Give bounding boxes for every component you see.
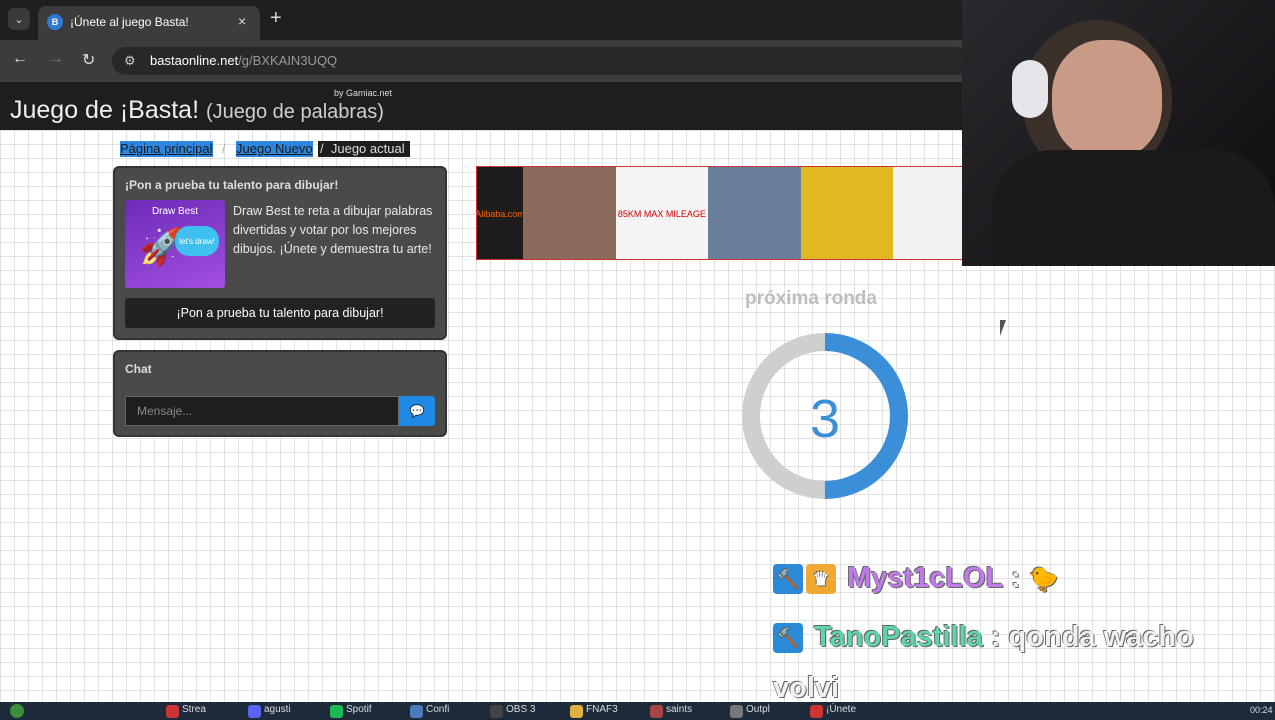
- url-domain: bastaonline.net: [150, 53, 239, 68]
- chat-username: TanoPastilla: [814, 621, 983, 653]
- tab-search-button[interactable]: ⌄: [8, 8, 30, 30]
- taskbar-item[interactable]: OBS 3: [488, 704, 535, 720]
- webcam-overlay: [962, 0, 1275, 266]
- taskbar-item[interactable]: saints: [648, 704, 692, 720]
- chat-username: Myst1cLOL: [847, 562, 1003, 594]
- speech-bubble-icon: 💬: [409, 404, 425, 418]
- taskbar-item[interactable]: Strea: [164, 704, 206, 720]
- start-button-icon[interactable]: [10, 704, 24, 718]
- app-icon: [570, 705, 583, 718]
- stream-chat-line: 🔨 TanoPastilla : qonda wacho: [773, 621, 1194, 654]
- taskbar-item[interactable]: Spotif: [328, 704, 372, 720]
- app-icon: [410, 705, 423, 718]
- chick-emote-icon: 🐤: [1028, 566, 1059, 593]
- promo-heading: ¡Pon a prueba tu talento para dibujar!: [125, 178, 339, 192]
- url-path: /g/BXKAIN3UQQ: [238, 53, 338, 68]
- taskbar-item[interactable]: Confi: [408, 704, 449, 720]
- windows-taskbar: Strea agusti Spotif Confi OBS 3 FNAF3 sa…: [0, 702, 1275, 720]
- site-favicon-icon: B: [47, 14, 63, 30]
- taskbar-item[interactable]: agusti: [246, 704, 291, 720]
- taskbar-item[interactable]: Outpl: [728, 704, 770, 720]
- draw-best-thumbnail[interactable]: Draw Best 🚀 let's draw!: [125, 200, 225, 288]
- browser-tab[interactable]: B ¡Únete al juego Basta! ×: [38, 6, 260, 40]
- ad-item: [893, 167, 963, 259]
- site-title: Juego de ¡Basta! (Juego de palabras): [10, 96, 384, 125]
- chat-message: qonda wacho: [1008, 621, 1194, 653]
- chat-panel: Chat Mensaje... 💬: [113, 350, 447, 437]
- webcam-body: [992, 150, 1275, 266]
- site-subtitle: (Juego de palabras): [205, 101, 384, 123]
- promo-description: Draw Best te reta a dibujar palabras div…: [233, 204, 433, 256]
- breadcrumb-separator: /: [320, 141, 324, 156]
- moderator-badge-icon: 🔨: [773, 623, 803, 654]
- ad-item: [523, 167, 616, 259]
- breadcrumb-home-link[interactable]: Página principal: [120, 141, 213, 157]
- site-info-icon[interactable]: ⚙: [124, 53, 136, 69]
- reload-icon[interactable]: ↻: [82, 50, 95, 70]
- mouse-cursor-icon: [1000, 320, 1012, 336]
- tab-title: ¡Únete al juego Basta!: [70, 15, 189, 29]
- address-bar[interactable]: ⚙ bastaonline.net/g/BXKAIN3UQQ: [112, 47, 972, 75]
- chat-message-input[interactable]: Mensaje...: [125, 396, 399, 426]
- chat-send-button[interactable]: 💬: [399, 396, 435, 426]
- chat-separator: :: [1010, 562, 1021, 594]
- breadcrumb-current-label: Juego actual: [330, 141, 405, 156]
- url-text: bastaonline.net/g/BXKAIN3UQQ: [150, 53, 337, 68]
- back-arrow-icon[interactable]: ←: [12, 50, 28, 68]
- app-icon: [330, 705, 343, 718]
- countdown-number: 3: [809, 389, 841, 449]
- taskbar-item[interactable]: ¡Únete: [808, 704, 856, 720]
- stream-chat-line: 🔨 ♛ Myst1cLOL : 🐤: [773, 562, 1059, 595]
- ad-item: [800, 167, 894, 259]
- forward-arrow-icon[interactable]: →: [48, 50, 64, 68]
- promo-panel: ¡Pon a prueba tu talento para dibujar! D…: [113, 166, 447, 340]
- ad-banner[interactable]: Alibaba.com 85KM MAX MILEAGE: [476, 166, 964, 260]
- moderator-badge-icon: 🔨: [773, 564, 803, 595]
- chat-title: Chat: [125, 362, 152, 376]
- app-icon: [490, 705, 503, 718]
- app-icon: [248, 705, 261, 718]
- chat-separator: :: [990, 621, 1001, 653]
- promo-cta-button[interactable]: ¡Pon a prueba tu talento para dibujar!: [125, 298, 435, 328]
- taskbar-item[interactable]: FNAF3: [568, 704, 618, 720]
- app-icon: [650, 705, 663, 718]
- app-icon: [166, 705, 179, 718]
- ad-brand: Alibaba.com: [477, 167, 525, 259]
- app-icon: [730, 705, 743, 718]
- tab-close-button[interactable]: ×: [238, 13, 246, 29]
- by-label[interactable]: by Gamiac.net: [334, 88, 392, 98]
- breadcrumb-new-game-link[interactable]: Juego Nuevo: [236, 141, 313, 157]
- thumb-title: Draw Best: [151, 206, 199, 217]
- ad-item: [708, 167, 801, 259]
- next-round-label: próxima ronda: [745, 288, 877, 309]
- ad-item: 85KM MAX MILEAGE: [615, 167, 709, 259]
- headphones-icon: [1012, 60, 1048, 118]
- new-tab-button[interactable]: +: [270, 7, 282, 30]
- system-clock[interactable]: 00:24: [1250, 705, 1273, 715]
- site-title-main: Juego de ¡Basta!: [10, 96, 200, 124]
- app-icon: [810, 705, 823, 718]
- vip-crown-icon: ♛: [806, 564, 836, 595]
- thumb-bubble: let's draw!: [175, 226, 219, 256]
- webcam-face: [1052, 40, 1162, 160]
- breadcrumb-separator: /: [222, 141, 226, 156]
- breadcrumb-current: / Juego actual: [318, 141, 410, 157]
- chat-message-continued: volvi: [773, 672, 840, 704]
